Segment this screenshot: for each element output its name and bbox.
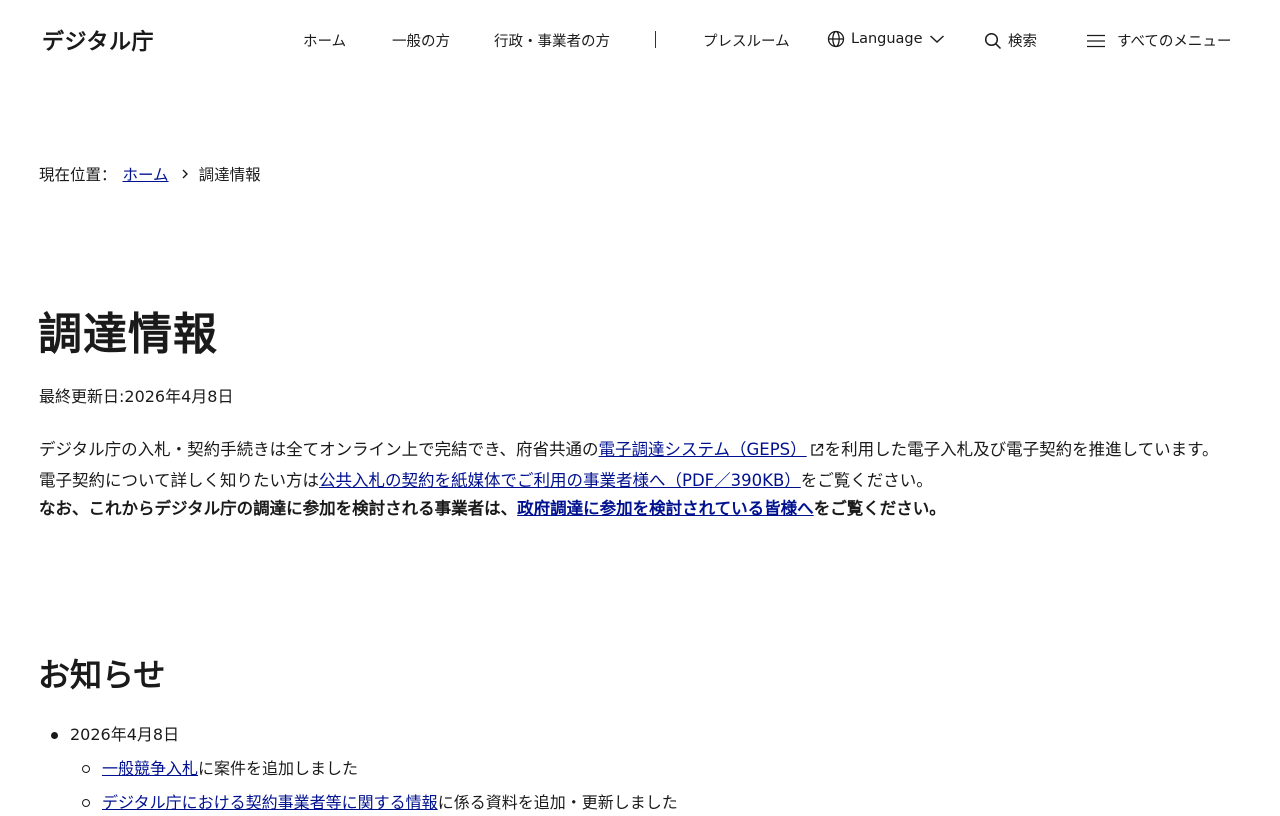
nav-general[interactable]: 一般の方 — [392, 30, 450, 51]
global-nav: ホーム 一般の方 行政・事業者の方 プレスルーム Language 検索 すべて… — [0, 28, 1280, 52]
nav-divider — [655, 31, 656, 48]
breadcrumb-current: 調達情報 — [198, 166, 261, 184]
general-bidding-link[interactable]: 一般競争入札 — [102, 759, 198, 778]
last-updated: 最終更新日:2026年4月8日 — [39, 387, 234, 406]
language-label: Language — [851, 31, 923, 47]
nav-business[interactable]: 行政・事業者の方 — [494, 30, 610, 51]
globe-icon — [827, 30, 845, 48]
search-label: 検索 — [1008, 34, 1037, 50]
intro-paragraph-2: 電子契約について詳しく知りたい方は公共入札の契約を紙媒体でご利用の事業者様へ（P… — [39, 467, 1239, 496]
all-menu-label: すべてのメニュー — [1117, 34, 1232, 50]
intro-p1-text: デジタル庁の入札・契約手続きは全てオンライン上で完結でき、府省共通の — [39, 440, 599, 459]
contractor-info-link[interactable]: デジタル庁における契約事業者等に関する情報 — [102, 793, 438, 812]
procurement-guide-link[interactable]: 政府調達に参加を検討されている皆様へ — [517, 499, 814, 518]
geps-link[interactable]: 電子調達システム（GEPS） — [599, 440, 807, 459]
chevron-down-icon — [929, 34, 945, 44]
page-title: 調達情報 — [38, 309, 218, 360]
news-section-title: お知らせ — [38, 656, 166, 694]
news-item-text: に案件を追加しました — [198, 759, 359, 778]
intro-p3-text: なお、これからデジタル庁の調達に参加を検討される事業者は、 — [39, 499, 518, 518]
intro-text: デジタル庁の入札・契約手続きは全てオンライン上で完結でき、府省共通の電子調達シス… — [39, 436, 1239, 524]
news-date: 2026年4月8日 — [51, 722, 678, 748]
intro-paragraph-1: デジタル庁の入札・契約手続きは全てオンライン上で完結でき、府省共通の電子調達シス… — [39, 436, 1239, 467]
nav-press[interactable]: プレスルーム — [703, 30, 790, 51]
language-button[interactable]: Language — [827, 30, 945, 48]
intro-p1-after: を利用した電子入札及び電子契約を推進しています。 — [824, 440, 1219, 459]
chevron-right-icon — [181, 168, 189, 180]
all-menu-button[interactable]: すべてのメニュー — [1086, 30, 1231, 51]
hamburger-icon — [1086, 34, 1106, 48]
search-button[interactable]: 検索 — [984, 30, 1037, 51]
breadcrumb-home-link[interactable]: ホーム — [123, 163, 169, 185]
breadcrumb-prefix: 現在位置： — [39, 166, 117, 184]
intro-paragraph-3: なお、これからデジタル庁の調達に参加を検討される事業者は、政府調達に参加を検討さ… — [39, 495, 1239, 524]
search-icon — [984, 32, 1002, 50]
breadcrumb: 現在位置： ホーム 調達情報 — [39, 163, 261, 185]
nav-home[interactable]: ホーム — [303, 30, 346, 51]
site-header: デジタル庁 ホーム 一般の方 行政・事業者の方 プレスルーム Language — [0, 0, 1280, 80]
external-link-icon — [810, 438, 824, 467]
news-item-text: に係る資料を追加・更新しました — [437, 793, 678, 812]
intro-p2-text: 電子契約について詳しく知りたい方は — [39, 470, 320, 490]
intro-p3-after: をご覧ください。 — [813, 499, 946, 518]
news-item: 一般競争入札に案件を追加しました — [82, 756, 678, 782]
paper-contract-pdf-link[interactable]: 公共入札の契約を紙媒体でご利用の事業者様へ（PDF／390KB） — [319, 471, 801, 490]
news-item: デジタル庁における契約事業者等に関する情報に係る資料を追加・更新しました — [82, 790, 678, 816]
intro-p2-after: をご覧ください。 — [800, 470, 933, 490]
news-list: 2026年4月8日 一般競争入札に案件を追加しました デジタル庁における契約事業… — [51, 722, 678, 816]
